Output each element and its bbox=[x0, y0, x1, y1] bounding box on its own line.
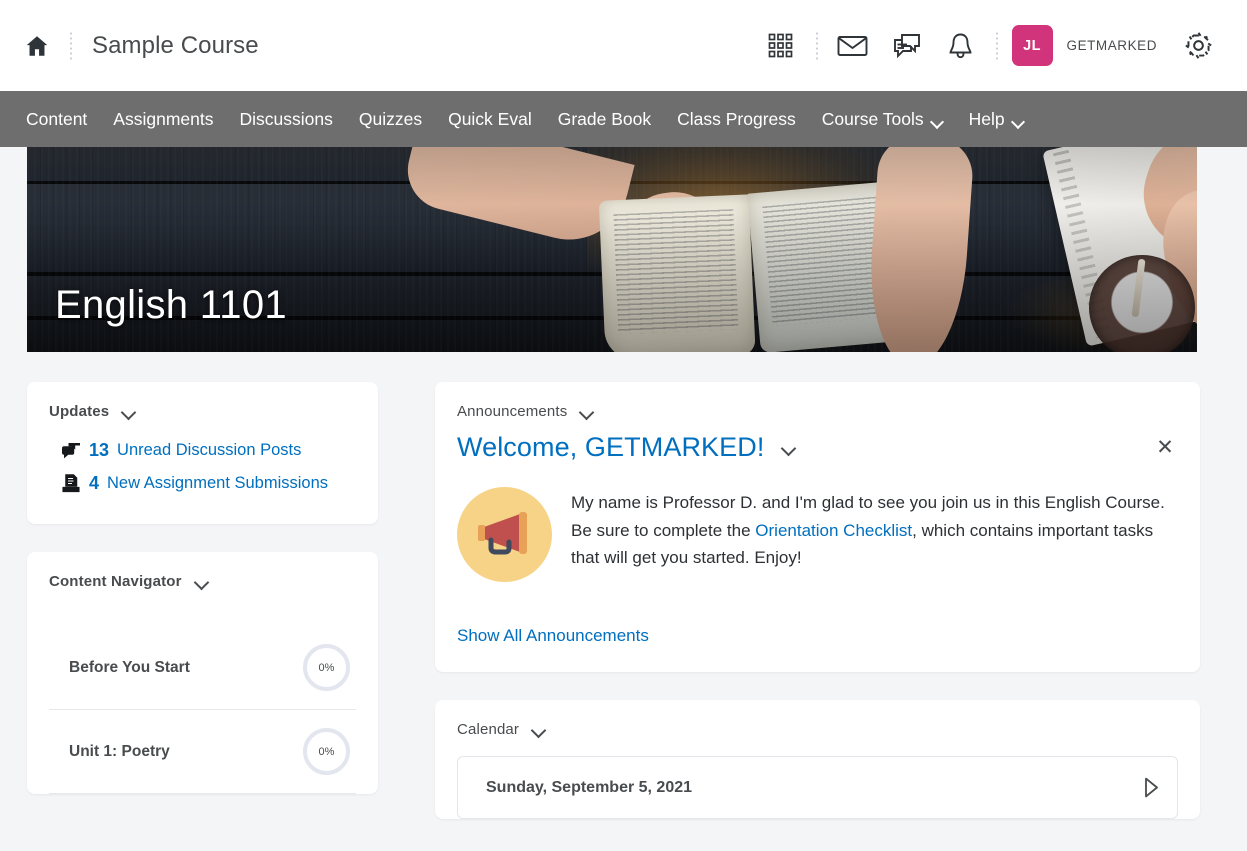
update-count: 13 bbox=[89, 440, 110, 460]
hero-course-title: English 1101 bbox=[55, 283, 287, 327]
bell-icon[interactable] bbox=[934, 23, 988, 69]
announcements-card: Announcements Welcome, GETMARKED! ✕ My n… bbox=[435, 382, 1200, 672]
nav-label: Discussions bbox=[239, 108, 333, 129]
page-title: Sample Course bbox=[92, 31, 259, 59]
calendar-header: Calendar bbox=[435, 700, 1200, 738]
main-content: Updates 13 Unread Discussion Posts 4 New… bbox=[0, 352, 1247, 819]
announcement-title-row: Welcome, GETMARKED! ✕ bbox=[435, 420, 1200, 463]
top-header-bar: Sample Course JL GETMARKED bbox=[0, 0, 1247, 91]
nav-item-help[interactable]: Help bbox=[956, 91, 1037, 147]
calendar-title: Calendar bbox=[457, 721, 520, 738]
content-nav-item-before-you-start[interactable]: Before You Start 0% bbox=[49, 626, 356, 710]
nav-item-course-tools[interactable]: Course Tools bbox=[809, 91, 956, 147]
calendar-card: Calendar Sunday, September 5, 2021 bbox=[435, 700, 1200, 819]
course-hero-banner[interactable]: English 1101 bbox=[27, 147, 1197, 352]
gear-icon[interactable] bbox=[1171, 23, 1225, 69]
announcement-footer: Show All Announcements bbox=[435, 582, 1200, 672]
content-navigator-header: Content Navigator bbox=[27, 552, 378, 590]
updates-title: Updates bbox=[49, 403, 110, 420]
calendar-date-label: Sunday, September 5, 2021 bbox=[486, 778, 693, 796]
content-navigator-body: Before You Start 0% Unit 1: Poetry 0% bbox=[27, 590, 378, 794]
envelope-icon[interactable] bbox=[826, 23, 880, 69]
nav-item-grade-book[interactable]: Grade Book bbox=[545, 91, 664, 147]
nav-label: Quick Eval bbox=[448, 108, 532, 129]
username-label[interactable]: GETMARKED bbox=[1067, 38, 1157, 53]
chevron-down-icon bbox=[1013, 117, 1024, 124]
megaphone-icon bbox=[457, 487, 552, 582]
assignment-submission-icon bbox=[61, 474, 81, 494]
course-navbar: Content Assignments Discussions Quizzes … bbox=[0, 91, 1247, 147]
discussion-bubble-icon bbox=[61, 441, 81, 461]
announcement-item-title[interactable]: Welcome, GETMARKED! bbox=[457, 432, 764, 463]
nav-label: Content bbox=[26, 108, 88, 129]
chat-bubble-icon[interactable] bbox=[880, 23, 934, 69]
calendar-day-row[interactable]: Sunday, September 5, 2021 bbox=[476, 757, 1159, 818]
progress-ring: 0% bbox=[303, 728, 350, 775]
nav-label: Grade Book bbox=[557, 108, 652, 129]
header-divider bbox=[70, 30, 72, 61]
header-divider-3 bbox=[995, 30, 998, 61]
progress-ring: 0% bbox=[303, 644, 350, 691]
updates-header: Updates bbox=[27, 382, 378, 420]
waffle-grid-icon[interactable] bbox=[754, 23, 808, 69]
nav-label: Course Tools bbox=[821, 108, 924, 129]
announcement-text: My name is Professor D. and I'm glad to … bbox=[571, 487, 1178, 582]
nav-item-quick-eval[interactable]: Quick Eval bbox=[435, 91, 545, 147]
nav-item-class-progress[interactable]: Class Progress bbox=[664, 91, 809, 147]
hero-banner-wrapper: English 1101 bbox=[0, 147, 1247, 352]
content-nav-label: Unit 1: Poetry bbox=[69, 742, 170, 760]
announcement-body: My name is Professor D. and I'm glad to … bbox=[435, 463, 1200, 582]
update-label[interactable]: Unread Discussion Posts bbox=[117, 441, 301, 460]
nav-label: Class Progress bbox=[677, 108, 796, 129]
updates-card: Updates 13 Unread Discussion Posts 4 New… bbox=[27, 382, 378, 524]
content-nav-label: Before You Start bbox=[69, 658, 190, 676]
avatar[interactable]: JL bbox=[1011, 25, 1053, 66]
content-nav-item-unit-1-poetry[interactable]: Unit 1: Poetry 0% bbox=[49, 710, 356, 794]
nav-label: Quizzes bbox=[358, 108, 423, 129]
left-column: Updates 13 Unread Discussion Posts 4 New… bbox=[27, 382, 378, 794]
chevron-down-icon[interactable] bbox=[532, 725, 546, 734]
nav-label: Assignments bbox=[113, 108, 214, 129]
update-label[interactable]: New Assignment Submissions bbox=[107, 474, 328, 493]
nav-item-discussions[interactable]: Discussions bbox=[226, 91, 345, 147]
close-icon[interactable]: ✕ bbox=[1152, 435, 1178, 461]
chevron-down-icon bbox=[932, 117, 943, 124]
calendar-day-box: Sunday, September 5, 2021 bbox=[457, 756, 1178, 819]
update-row-assignments[interactable]: 4 New Assignment Submissions bbox=[49, 467, 356, 500]
chevron-down-icon[interactable] bbox=[580, 407, 594, 416]
chevron-down-icon[interactable] bbox=[195, 577, 209, 586]
update-row-discussions[interactable]: 13 Unread Discussion Posts bbox=[49, 434, 356, 467]
nav-item-quizzes[interactable]: Quizzes bbox=[346, 91, 435, 147]
calendar-body: Sunday, September 5, 2021 bbox=[435, 738, 1200, 819]
home-icon[interactable] bbox=[24, 33, 50, 59]
header-actions: JL GETMARKED bbox=[754, 23, 1225, 69]
announcements-header: Announcements bbox=[435, 382, 1200, 420]
chevron-down-icon[interactable] bbox=[782, 443, 797, 453]
content-navigator-title: Content Navigator bbox=[49, 573, 182, 590]
updates-body: 13 Unread Discussion Posts 4 New Assignm… bbox=[27, 420, 378, 524]
nav-item-assignments[interactable]: Assignments bbox=[100, 91, 226, 147]
nav-item-content[interactable]: Content bbox=[26, 91, 100, 147]
show-all-announcements-link[interactable]: Show All Announcements bbox=[457, 626, 649, 645]
update-count: 4 bbox=[89, 473, 100, 493]
header-divider-2 bbox=[815, 30, 818, 61]
play-triangle-icon[interactable] bbox=[1144, 777, 1159, 798]
orientation-checklist-link[interactable]: Orientation Checklist bbox=[755, 521, 912, 540]
nav-label: Help bbox=[968, 108, 1005, 129]
right-column: Announcements Welcome, GETMARKED! ✕ My n… bbox=[435, 382, 1200, 819]
announcements-title: Announcements bbox=[457, 403, 568, 420]
content-navigator-card: Content Navigator Before You Start 0% Un… bbox=[27, 552, 378, 794]
chevron-down-icon[interactable] bbox=[122, 407, 136, 416]
